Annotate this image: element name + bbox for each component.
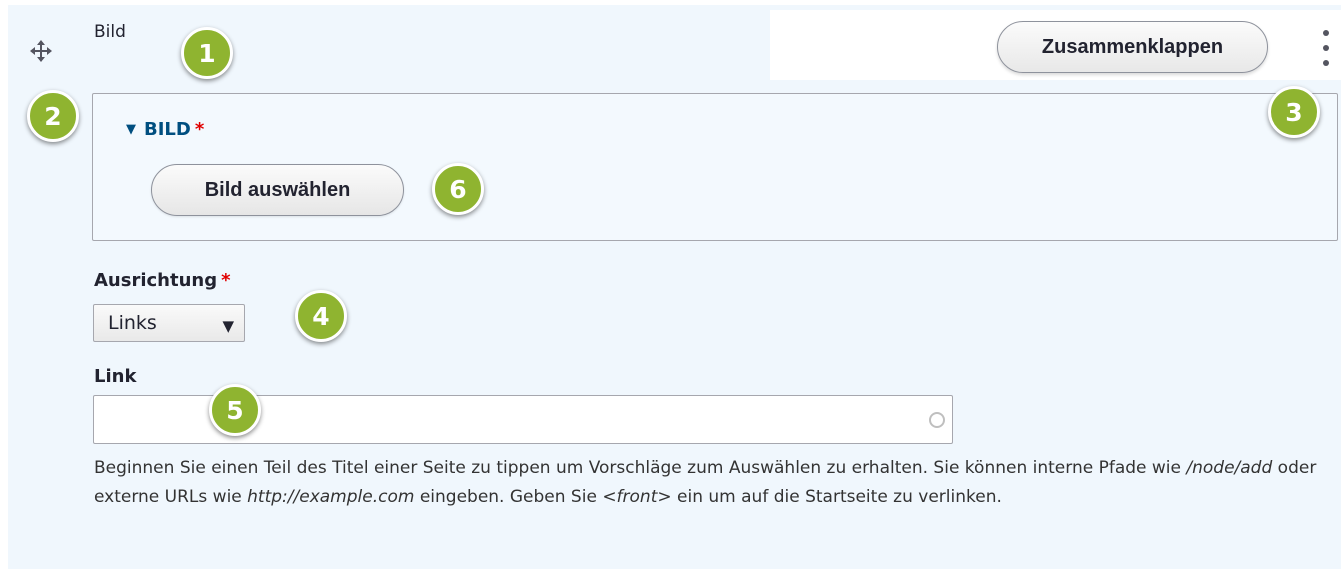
help-text-part: ein um auf die Startseite zu verlinken. (671, 487, 1002, 507)
link-label: Link (94, 366, 137, 387)
alignment-select[interactable]: Links ▼ (93, 304, 245, 342)
help-example-front-token: <front> (602, 487, 672, 507)
help-example-external-url: http://example.com (247, 487, 415, 507)
dropdown-arrow-icon: ▼ (222, 317, 234, 335)
select-image-button[interactable]: Bild auswählen (151, 164, 404, 216)
help-text-part: eingeben. Geben Sie (414, 487, 603, 507)
link-help-text: Beginnen Sie einen Teil des Titel einer … (94, 454, 1334, 512)
callout-marker-5: 5 (209, 384, 261, 436)
caret-down-icon: ▼ (126, 122, 136, 137)
autocomplete-throbber-icon (929, 412, 945, 428)
drag-handle-icon[interactable] (30, 40, 52, 62)
callout-marker-4: 4 (295, 290, 347, 342)
callout-marker-1: 1 (181, 27, 233, 79)
alignment-selected-value: Links (108, 312, 157, 334)
collapse-button[interactable]: Zusammenklappen (997, 21, 1268, 73)
paragraph-type-label: Bild (94, 22, 126, 42)
callout-marker-6: 6 (432, 163, 484, 215)
kebab-menu-icon[interactable] (1319, 30, 1333, 66)
callout-marker-2: 2 (27, 90, 79, 142)
image-fieldset-legend: BILD (144, 119, 191, 140)
required-marker: * (194, 119, 205, 140)
alignment-label-text: Ausrichtung (94, 270, 218, 291)
help-example-internal-path: /node/add (1186, 458, 1273, 478)
image-fieldset-toggle[interactable]: ▼ BILD * (126, 119, 204, 140)
required-marker: * (221, 270, 231, 291)
callout-marker-3: 3 (1268, 86, 1320, 138)
alignment-label: Ausrichtung * (94, 270, 231, 291)
help-text-part: Beginnen Sie einen Teil des Titel einer … (94, 458, 1187, 478)
